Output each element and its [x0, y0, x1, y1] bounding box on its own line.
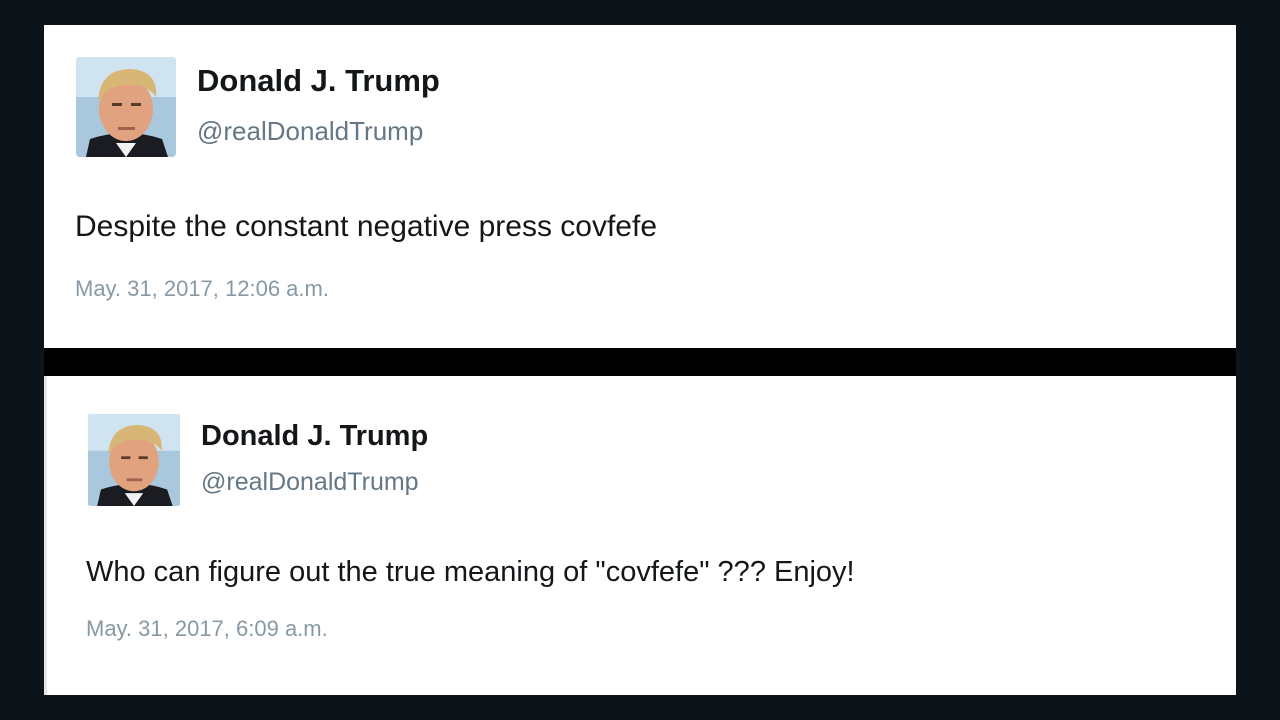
user-handle[interactable]: @realDonaldTrump [201, 468, 419, 497]
tweet-timestamp[interactable]: May. 31, 2017, 6:09 a.m. [86, 616, 328, 642]
avatar[interactable] [76, 57, 176, 157]
tweet-card[interactable]: Donald J. Trump @realDonaldTrump Despite… [44, 25, 1236, 348]
divider [44, 348, 1236, 376]
tweet-timestamp[interactable]: May. 31, 2017, 12:06 a.m. [75, 276, 329, 302]
avatar[interactable] [87, 414, 181, 506]
display-name[interactable]: Donald J. Trump [197, 63, 440, 99]
tweet-text: Who can figure out the true meaning of "… [86, 556, 855, 588]
user-handle[interactable]: @realDonaldTrump [197, 116, 423, 147]
profile-photo-icon [88, 414, 180, 506]
tweet-card[interactable]: Donald J. Trump @realDonaldTrump Who can… [44, 376, 1236, 695]
display-name[interactable]: Donald J. Trump [201, 420, 428, 453]
profile-photo-icon [76, 57, 176, 157]
tweet-text: Despite the constant negative press covf… [75, 210, 658, 243]
